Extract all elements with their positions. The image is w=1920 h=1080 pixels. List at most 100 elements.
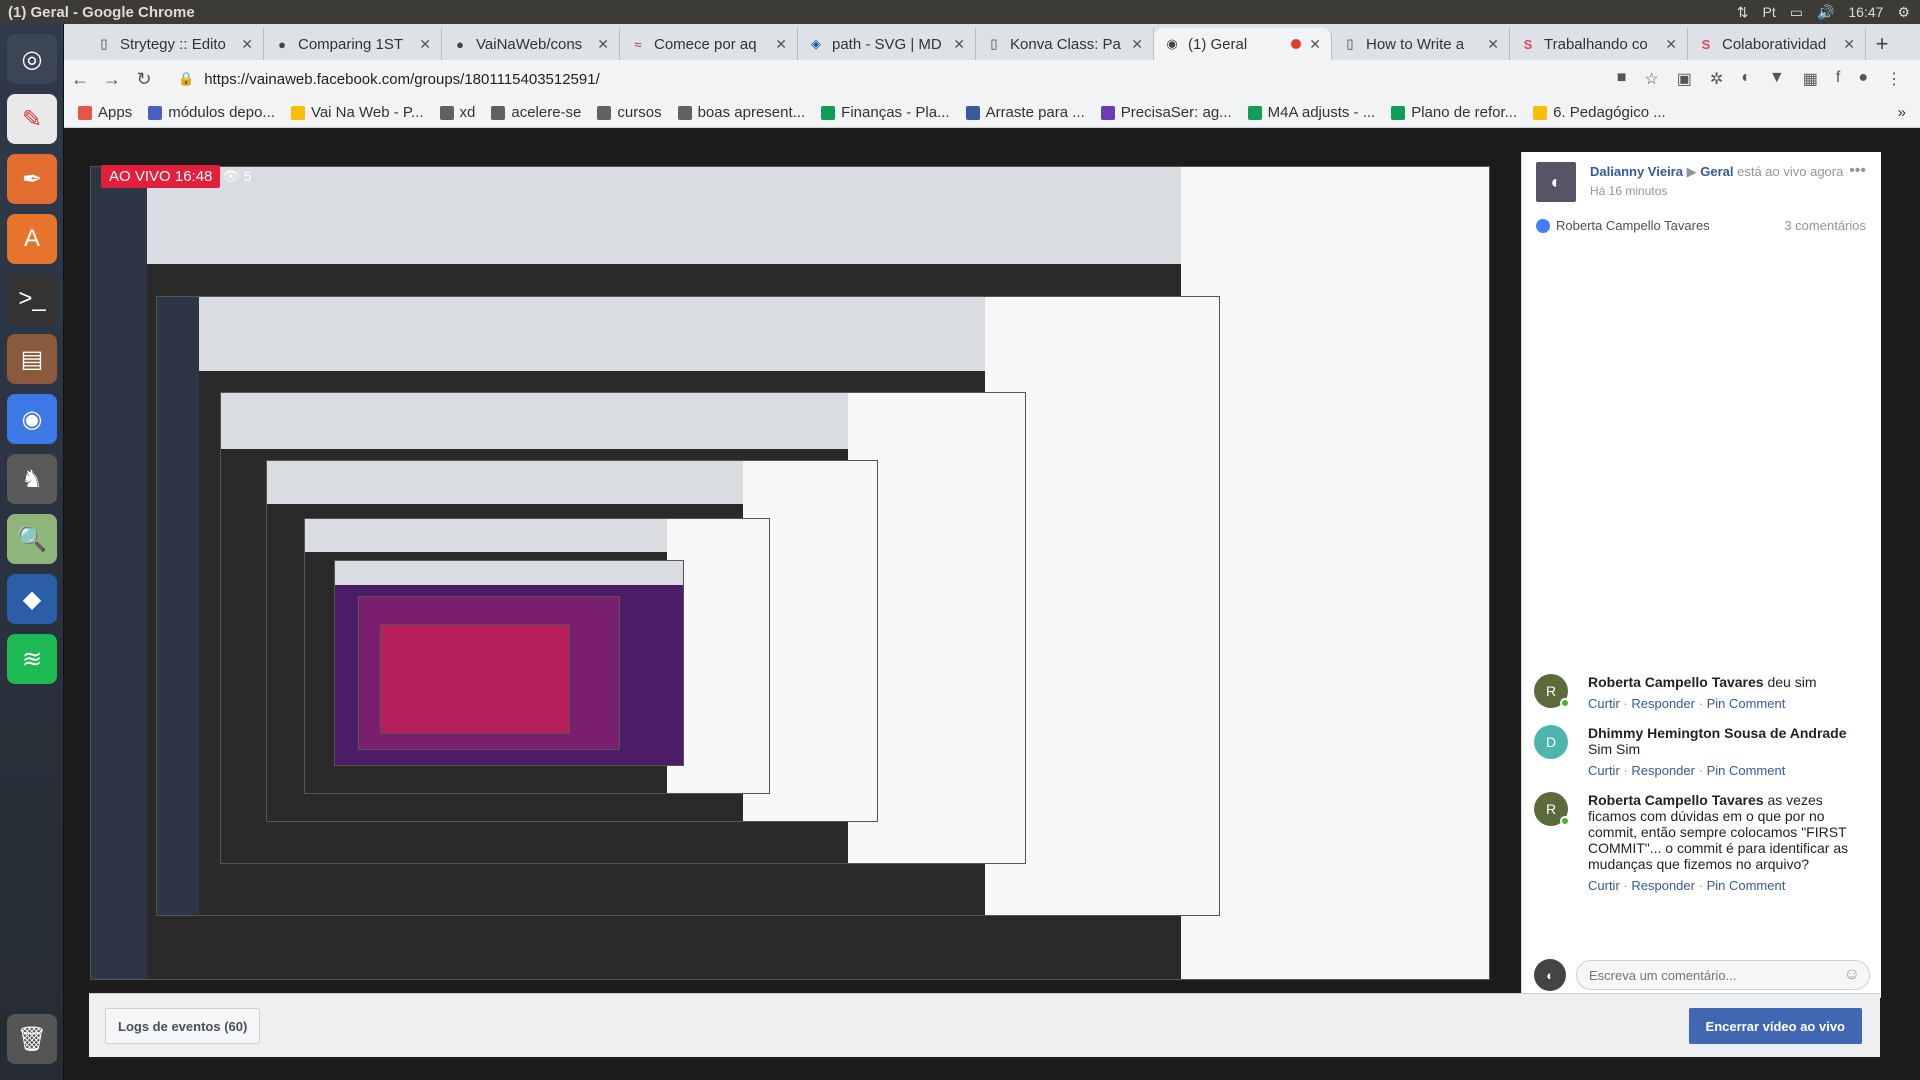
current-user-avatar: ◐ (1534, 959, 1566, 991)
tab-how-to-write[interactable]: ▯ How to Write a ✕ (1332, 28, 1510, 60)
end-live-video-button[interactable]: Encerrar vídeo ao vivo (1688, 1008, 1862, 1044)
address-bar[interactable]: 🔒 https://vainaweb.facebook.com/groups/1… (168, 65, 1498, 93)
bookmark-item[interactable]: Plano de refor... (1391, 104, 1517, 121)
spotify-icon[interactable]: ≋ (7, 634, 57, 684)
commenter-name[interactable]: Roberta Campello Tavares (1588, 674, 1764, 690)
tab-path-svg[interactable]: ◈ path - SVG | MD ✕ (798, 28, 976, 60)
close-tab-icon[interactable]: ✕ (1843, 36, 1855, 53)
transfer-icon[interactable]: ⇅ (1737, 4, 1749, 21)
extension-icon[interactable]: ▦ (1803, 69, 1818, 89)
bookmark-item[interactable]: 6. Pedagógico ... (1533, 104, 1666, 121)
trash-icon[interactable]: 🗑 (7, 1014, 57, 1064)
system-indicators: ⇅ Pt ▭ 🔊 16:47 ⚙ (1737, 4, 1920, 21)
event-logs-button[interactable]: Logs de eventos (60) (105, 1008, 261, 1044)
bookmark-item[interactable]: M4A adjusts - ... (1247, 104, 1375, 121)
bookmark-folder[interactable]: acelere-se (491, 104, 581, 121)
tab-geral[interactable]: ◉ (1) Geral ✕ (1154, 28, 1332, 60)
commenter-avatar[interactable]: D (1534, 725, 1568, 759)
reply-link[interactable]: Responder (1631, 878, 1695, 893)
close-tab-icon[interactable]: ✕ (1665, 36, 1677, 53)
software-center-icon[interactable]: A (7, 214, 57, 264)
keyboard-layout-indicator[interactable]: Pt (1762, 4, 1775, 20)
comment-text: deu sim (1767, 674, 1817, 690)
extension-icon[interactable]: ◐ (1741, 69, 1751, 89)
vectr-icon[interactable]: ✎ (7, 94, 57, 144)
profile-avatar[interactable]: ● (1858, 69, 1868, 89)
forward-arrow-icon[interactable]: → (96, 69, 128, 90)
unity-launcher: ◎ ✎ ✒ A >_ ▤ ◉ ♞ 🔍 ◆ ≋ 🗑 (0, 24, 64, 1080)
bookmarks-overflow-icon[interactable]: » (1898, 104, 1920, 121)
post-title: Dalianny Vieira ▶ Geral está ao vivo ago… (1590, 164, 1843, 180)
tab-trabalhando[interactable]: S Trabalhando co ✕ (1510, 28, 1688, 60)
menu-dots-icon[interactable]: ⋮ (1886, 69, 1902, 89)
comment-count[interactable]: 3 comentários (1784, 218, 1866, 233)
close-tab-icon[interactable]: ✕ (1309, 36, 1321, 53)
like-comment-link[interactable]: Curtir (1588, 878, 1620, 893)
volume-icon[interactable]: 🔊 (1817, 4, 1834, 21)
commenter-name[interactable]: Roberta Campello Tavares (1588, 792, 1764, 808)
nested-comments-panel (1181, 167, 1489, 979)
emoji-icon[interactable]: ☺ (1844, 966, 1860, 984)
settings-gear-icon[interactable]: ⚙ (1897, 4, 1910, 21)
author-avatar[interactable]: ◐ (1536, 162, 1576, 202)
clock[interactable]: 16:47 (1848, 4, 1883, 20)
facebook-icon[interactable]: f (1836, 69, 1840, 89)
image-viewer-icon[interactable]: 🔍 (7, 514, 57, 564)
bookmark-item[interactable]: Vai Na Web - P... (290, 104, 424, 121)
extension-icon[interactable]: ✲ (1710, 69, 1723, 89)
terminal-icon[interactable]: >_ (7, 274, 57, 324)
tab-comparing[interactable]: ● Comparing 1ST ✕ (264, 28, 442, 60)
group-name[interactable]: Geral (1700, 164, 1733, 179)
tab-konva[interactable]: ▯ Konva Class: Pa ✕ (976, 28, 1154, 60)
reactor-name[interactable]: Roberta Campello Tavares (1556, 218, 1710, 233)
tab-vainaweb[interactable]: ● VaiNaWeb/cons ✕ (442, 28, 620, 60)
tab-colaboratividade[interactable]: S Colaboratividad ✕ (1688, 28, 1866, 60)
close-tab-icon[interactable]: ✕ (775, 36, 787, 53)
bookmark-folder[interactable]: cursos (597, 104, 662, 121)
bookmark-apps[interactable]: Apps (78, 104, 132, 121)
chrome-icon[interactable]: ◉ (7, 394, 57, 444)
more-options-icon[interactable]: ••• (1849, 162, 1866, 180)
inkscape-icon[interactable]: ✒ (7, 154, 57, 204)
ubuntu-dash-icon[interactable]: ◎ (7, 34, 57, 84)
close-tab-icon[interactable]: ✕ (953, 36, 965, 53)
extension-icon[interactable]: ▣ (1677, 69, 1692, 89)
vscode-icon[interactable]: ◆ (7, 574, 57, 624)
pin-comment-link[interactable]: Pin Comment (1707, 763, 1786, 778)
commenter-name[interactable]: Dhimmy Hemington Sousa de Andrade (1588, 725, 1847, 741)
bookmark-item[interactable]: Arraste para ... (965, 104, 1085, 121)
back-arrow-icon[interactable]: ← (64, 69, 96, 90)
bookmark-folder[interactable]: boas apresent... (677, 104, 805, 121)
battery-icon[interactable]: ▭ (1790, 4, 1803, 21)
comment-actions: Curtir · Responder · Pin Comment (1588, 696, 1786, 711)
bookmark-folder[interactable]: xd (439, 104, 475, 121)
author-name[interactable]: Dalianny Vieira (1590, 164, 1683, 179)
extension-icon[interactable]: ▼ (1769, 69, 1785, 89)
close-tab-icon[interactable]: ✕ (241, 36, 253, 53)
gimp-icon[interactable]: ♞ (7, 454, 57, 504)
pin-comment-link[interactable]: Pin Comment (1707, 878, 1786, 893)
close-tab-icon[interactable]: ✕ (597, 36, 609, 53)
tab-comece[interactable]: ≈ Comece por aq ✕ (620, 28, 798, 60)
files-icon[interactable]: ▤ (7, 334, 57, 384)
nested-browser-chrome (335, 561, 683, 586)
bookmark-star-icon[interactable]: ☆ (1644, 69, 1658, 89)
close-tab-icon[interactable]: ✕ (419, 36, 431, 53)
bookmark-item[interactable]: Finanças - Pla... (821, 104, 950, 121)
live-video-stage[interactable] (90, 166, 1490, 980)
camera-icon[interactable]: ■ (1617, 69, 1627, 89)
like-comment-link[interactable]: Curtir (1588, 763, 1620, 778)
like-comment-link[interactable]: Curtir (1588, 696, 1620, 711)
reply-link[interactable]: Responder (1631, 763, 1695, 778)
reply-link[interactable]: Responder (1631, 696, 1695, 711)
tab-strytegy[interactable]: ▯ Strytegy :: Edito ✕ (86, 28, 264, 60)
new-tab-button[interactable]: + (1866, 28, 1898, 60)
close-tab-icon[interactable]: ✕ (1487, 36, 1499, 53)
comment-input[interactable] (1576, 960, 1870, 990)
bookmark-item[interactable]: PrecisaSer: ag... (1100, 104, 1232, 121)
bookmark-item[interactable]: módulos depo... (148, 104, 275, 121)
close-tab-icon[interactable]: ✕ (1131, 36, 1143, 53)
reload-icon[interactable]: ↻ (128, 69, 160, 90)
sheets-icon (1391, 105, 1406, 120)
pin-comment-link[interactable]: Pin Comment (1707, 696, 1786, 711)
